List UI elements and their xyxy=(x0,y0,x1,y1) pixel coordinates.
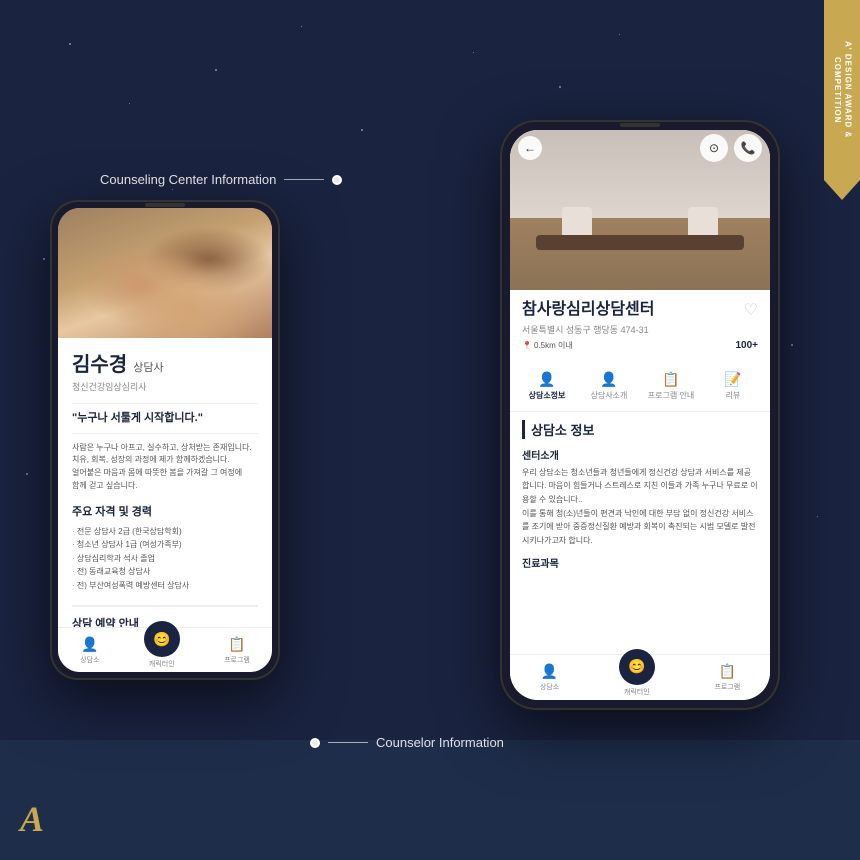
annotation-dot-1 xyxy=(332,175,342,185)
share-button[interactable]: ⊙ xyxy=(700,134,728,162)
tab-label-review: 리뷰 xyxy=(726,390,741,401)
counselor-subtitle: 정신건강임상심리사 xyxy=(72,380,258,393)
right-bottom-nav: 👤 상담소 😊 캐릭터인 📋 프로그램 xyxy=(510,654,770,700)
tab-review[interactable]: 📝 리뷰 xyxy=(704,367,762,405)
counselor-profile-content: 김수경 상담사 정신건강임상심리사 "누구나 서툴게 시작합니다." 사람은 누… xyxy=(58,338,272,627)
award-triangle xyxy=(824,180,860,200)
tab-label-info: 상담소정보 xyxy=(529,390,566,401)
tab-icon-info: 👤 xyxy=(538,371,555,388)
right-nav-label-counseling: 상담소 xyxy=(540,682,559,692)
count-badge: 100+ xyxy=(735,340,758,351)
location-icon: 📍 xyxy=(522,341,532,350)
center-tabs: 👤 상담소정보 👤 상담사소개 📋 프로그램 안내 📝 리뷰 xyxy=(510,361,770,412)
center-intro-text: 우리 상담소는 청소년들과 청년들에게 정신건강 상담과 서비스를 제공합니다.… xyxy=(522,466,758,548)
right-nav-person-icon: 👤 xyxy=(541,663,558,680)
distance-badge: 📍 0.5km 이내 xyxy=(522,340,573,351)
center-intro-title: 센터소개 xyxy=(522,447,758,462)
center-name-row: 참사랑심리상담센터 ♡ xyxy=(522,300,758,321)
right-phone-screen: ← ⊙ 📞 참사랑심리상담센터 ♡ 서울특별시 성동구 행당동 474-31 xyxy=(510,130,770,700)
left-phone-screen: 김수경 상담사 정신건강임상심리사 "누구나 서툴게 시작합니다." 사람은 누… xyxy=(58,208,272,672)
tab-label-intro: 상담사소개 xyxy=(591,390,628,401)
counselor-quote: "누구나 서툴게 시작합니다." xyxy=(72,403,258,434)
credentials-list: 전문 상담사 2급 (한국상담학회) 청소년 상담사 1급 (여성가족부) 상담… xyxy=(72,525,258,593)
left-scroll-content[interactable]: 김수경 상담사 정신건강임상심리사 "누구나 서툴게 시작합니다." 사람은 누… xyxy=(58,338,272,627)
credentials-section-title: 주요 자격 및 경력 xyxy=(72,503,258,519)
city-silhouette xyxy=(0,740,860,860)
nav-label-center: 캐릭터인 xyxy=(149,659,175,669)
room-table xyxy=(536,235,744,250)
call-button[interactable]: 📞 xyxy=(734,134,762,162)
annotation-center-info: Counseling Center Information xyxy=(100,172,342,187)
annotation-center-info-text: Counseling Center Information xyxy=(100,172,276,187)
right-nav-label-program: 프로그램 xyxy=(714,682,740,692)
counselor-description: 사람은 누구나 아프고, 실수하고, 상처받는 존재입니다. 치유, 회복, 성… xyxy=(72,442,258,493)
hands-image-sim xyxy=(58,208,272,338)
annotation-counselor-info-text: Counselor Information xyxy=(376,735,504,750)
annotation-counselor-info: Counselor Information xyxy=(310,735,504,750)
right-nav-counseling[interactable]: 👤 상담소 xyxy=(540,663,559,692)
counselor-name: 김수경 xyxy=(72,348,127,377)
tab-icon-intro: 👤 xyxy=(600,371,617,388)
tab-icon-review: 📝 xyxy=(724,371,741,388)
right-nav-center: 😊 캐릭터인 xyxy=(619,659,655,697)
tab-counselor-intro[interactable]: 👤 상담사소개 xyxy=(580,367,638,405)
section-title-info: 상담소 정보 xyxy=(522,420,758,439)
distance-text: 0.5km 이내 xyxy=(534,340,573,351)
annotation-line-1 xyxy=(284,179,324,180)
nav-item-program[interactable]: 📋 프로그램 xyxy=(224,636,250,665)
tab-counseling-info[interactable]: 👤 상담소정보 xyxy=(518,367,576,405)
smile-icon: 😊 xyxy=(153,631,170,648)
credential-item: 청소년 상담사 1급 (여성가족부) xyxy=(72,538,258,552)
center-address: 서울특별시 성동구 행당동 474-31 xyxy=(522,323,758,336)
center-name: 참사랑심리상담센터 xyxy=(522,300,654,321)
center-info-block: 참사랑심리상담센터 ♡ 서울특별시 성동구 행당동 474-31 📍 0.5km… xyxy=(510,290,770,361)
right-nav-program-icon: 📋 xyxy=(719,663,736,680)
counseling-info-section: 상담소 정보 센터소개 우리 상담소는 청소년들과 청년들에게 정신건강 상담과… xyxy=(510,412,770,579)
award-badge: A' DESIGN AWARD & COMPETITION xyxy=(824,0,860,180)
counselor-hero-image xyxy=(58,208,272,338)
tab-icon-program: 📋 xyxy=(662,371,679,388)
a-design-logo: A xyxy=(20,798,44,840)
back-button[interactable]: ← xyxy=(518,136,542,160)
annotation-dot-2 xyxy=(310,738,320,748)
left-bottom-nav: 👤 상담소 😊 캐릭터인 📋 프로그램 xyxy=(58,627,272,672)
credential-item: 전문 상담사 2급 (한국상담학회) xyxy=(72,525,258,539)
person-icon: 👤 xyxy=(81,636,98,653)
nav-label-counseling: 상담소 xyxy=(80,655,99,665)
counselor-title: 상담사 xyxy=(133,359,163,375)
credential-item: 전) 부산여성폭력 예방센터 상담사 xyxy=(72,579,258,593)
annotation-line-2 xyxy=(328,742,368,743)
phone-speaker-left xyxy=(145,203,185,207)
right-nav-smile-icon: 😊 xyxy=(628,658,645,675)
tab-program[interactable]: 📋 프로그램 안내 xyxy=(642,367,700,405)
center-content[interactable]: 참사랑심리상담센터 ♡ 서울특별시 성동구 행당동 474-31 📍 0.5km… xyxy=(510,290,770,654)
credential-item: 상담심리학과 석사 졸업 xyxy=(72,552,258,566)
tab-label-program: 프로그램 안내 xyxy=(648,390,694,401)
right-nav-program[interactable]: 📋 프로그램 xyxy=(714,663,740,692)
room-floor xyxy=(510,218,770,290)
right-nav-label-center: 캐릭터인 xyxy=(624,687,650,697)
subject-label: 진료과목 xyxy=(522,555,758,570)
nav-center-button[interactable]: 😊 xyxy=(144,621,180,657)
heart-icon[interactable]: ♡ xyxy=(744,300,758,320)
nav-item-center: 😊 캐릭터인 xyxy=(144,631,180,669)
main-container: Counseling Center Information Counselor … xyxy=(0,0,860,860)
right-top-bar: ← ⊙ 📞 xyxy=(510,130,770,166)
program-icon: 📋 xyxy=(228,636,245,653)
right-nav-center-button[interactable]: 😊 xyxy=(619,649,655,685)
credential-item: 전) 동래교육청 상담사 xyxy=(72,565,258,579)
left-phone: 김수경 상담사 정신건강임상심리사 "누구나 서툴게 시작합니다." 사람은 누… xyxy=(50,200,280,680)
nav-label-program: 프로그램 xyxy=(224,655,250,665)
nav-item-counseling[interactable]: 👤 상담소 xyxy=(80,636,99,665)
counselor-name-row: 김수경 상담사 xyxy=(72,348,258,377)
top-right-buttons: ⊙ 📞 xyxy=(700,134,762,162)
phone-speaker-right xyxy=(620,123,660,127)
right-phone: ← ⊙ 📞 참사랑심리상담센터 ♡ 서울특별시 성동구 행당동 474-31 xyxy=(500,120,780,710)
award-badge-text: A' DESIGN AWARD & COMPETITION xyxy=(832,10,853,170)
center-hero-image: ← ⊙ 📞 xyxy=(510,130,770,290)
center-distance-row: 📍 0.5km 이내 100+ xyxy=(522,340,758,351)
